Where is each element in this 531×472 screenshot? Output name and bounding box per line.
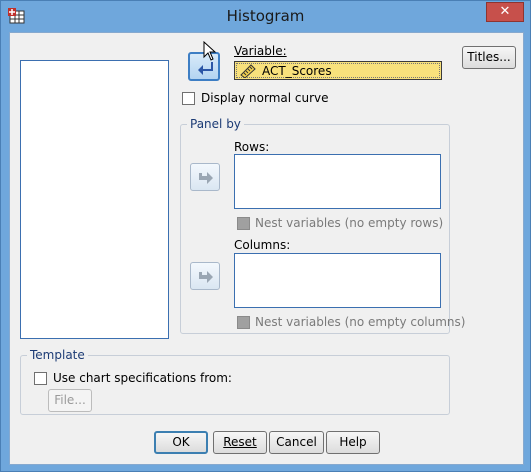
arrow-right-icon [199, 271, 213, 283]
rows-label: Rows: [234, 140, 270, 154]
move-to-columns-button[interactable] [190, 262, 220, 290]
use-chart-spec-label: Use chart specifications from: [53, 371, 232, 385]
columns-box[interactable] [234, 253, 441, 308]
source-variable-list[interactable] [20, 60, 169, 339]
panel-by-title: Panel by [187, 117, 244, 131]
nest-rows-checkbox[interactable] [237, 217, 250, 230]
variable-field[interactable]: ACT_Scores [234, 61, 442, 80]
columns-label: Columns: [234, 238, 291, 252]
dialog-body: Variable: ACT_Scores Titles... Display n… [9, 32, 524, 465]
ok-button[interactable]: OK [154, 431, 208, 454]
variable-value: ACT_Scores [262, 64, 332, 78]
arrow-right-icon [199, 172, 213, 184]
reset-button[interactable]: Reset [213, 431, 267, 454]
variable-label: Variable: [234, 44, 287, 58]
close-button[interactable]: ✕ [486, 2, 524, 22]
cancel-button[interactable]: Cancel [269, 431, 324, 454]
rows-box[interactable] [234, 154, 441, 209]
ruler-icon [240, 64, 256, 78]
titles-button[interactable]: Titles... [462, 46, 516, 69]
nest-rows-label: Nest variables (no empty rows) [255, 216, 444, 230]
help-button[interactable]: Help [326, 431, 380, 454]
histogram-dialog: Histogram ✕ Variable: ACT_Scores Titles.… [0, 0, 531, 472]
display-normal-curve-label: Display normal curve [201, 91, 329, 105]
nest-columns-checkbox[interactable] [237, 316, 250, 329]
title-bar[interactable]: Histogram ✕ [1, 1, 530, 32]
nest-columns-label: Nest variables (no empty columns) [255, 315, 466, 329]
arrow-left-icon [198, 62, 213, 75]
variable-label-text: Variable: [234, 44, 287, 58]
file-button[interactable]: File... [48, 389, 92, 412]
use-chart-spec-checkbox[interactable] [34, 372, 47, 385]
display-normal-curve-checkbox[interactable] [182, 92, 195, 105]
template-title: Template [27, 348, 88, 362]
close-icon: ✕ [499, 4, 511, 19]
mouse-cursor-icon [203, 41, 217, 61]
window-title: Histogram [226, 7, 305, 25]
move-to-rows-button[interactable] [190, 163, 220, 191]
